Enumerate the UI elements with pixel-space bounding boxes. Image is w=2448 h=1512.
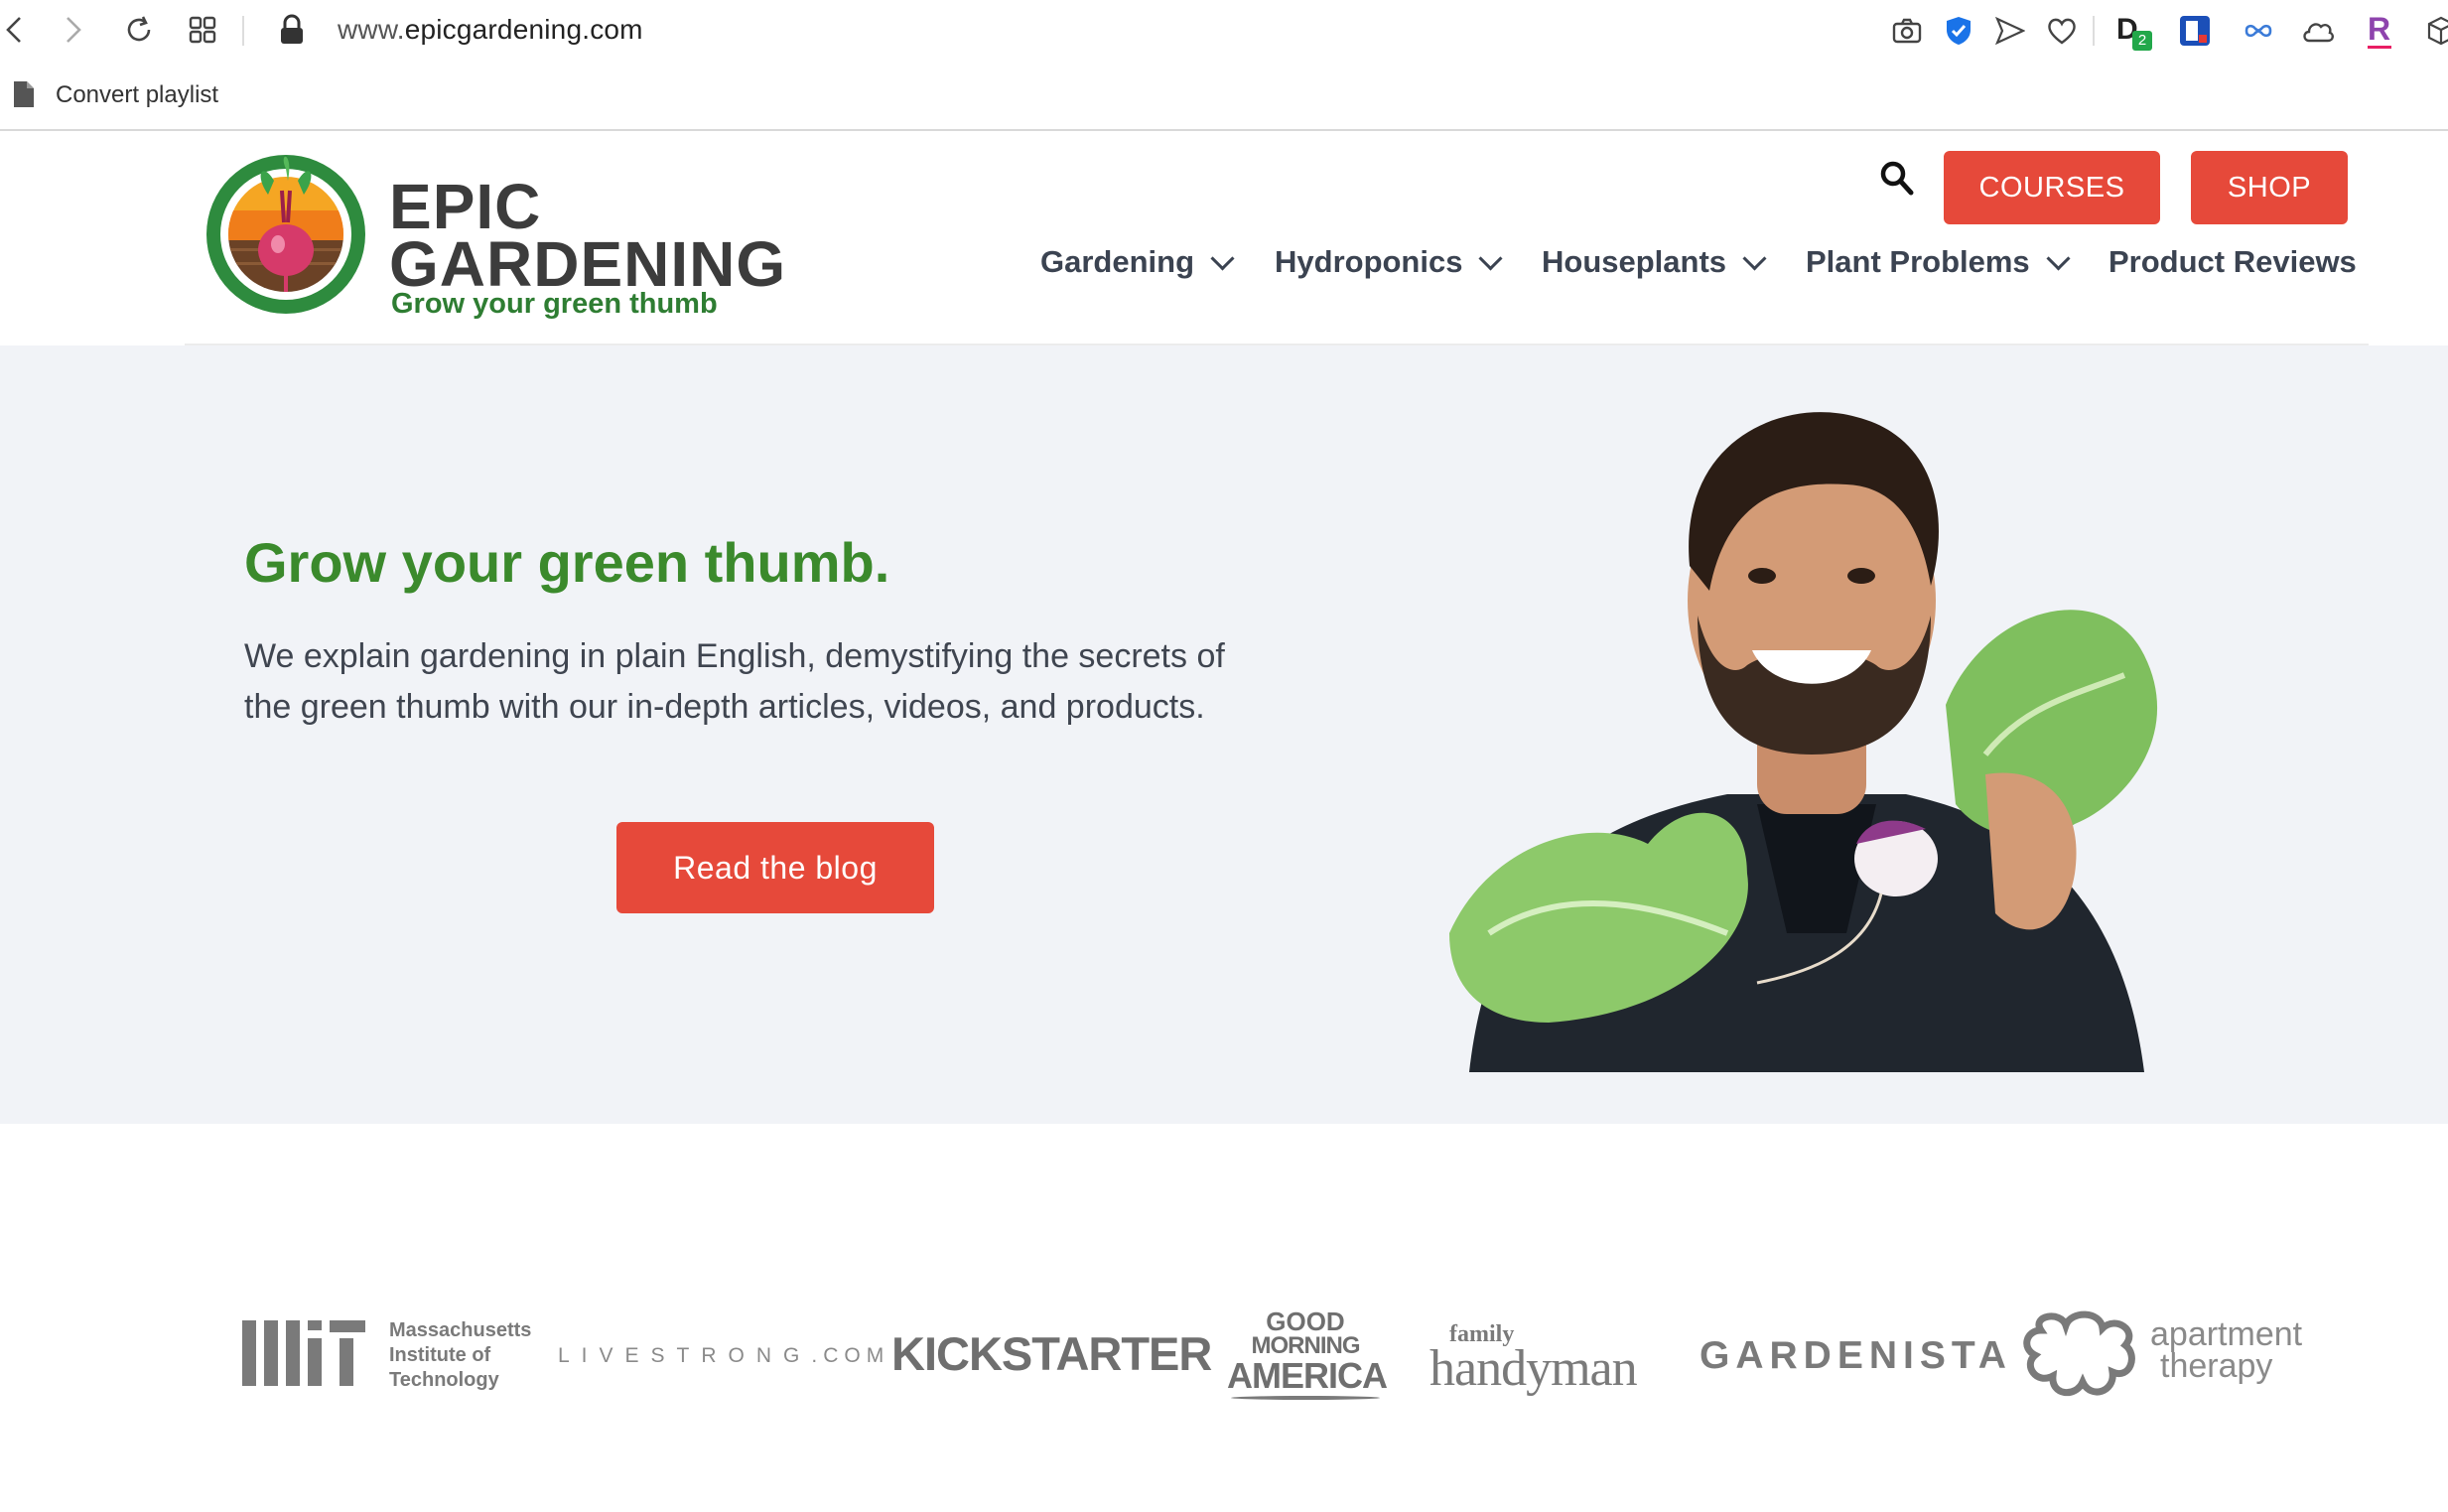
logo-text-gardening[interactable]: GARDENING (389, 232, 786, 296)
livestrong-text: LIVESTRONG (558, 1344, 812, 1367)
apartment-line: apartment (2150, 1315, 2303, 1353)
document-icon (12, 79, 36, 114)
shop-button[interactable]: SHOP (2191, 151, 2348, 224)
chevron-down-icon (1210, 245, 1235, 271)
hero-person-image (1429, 377, 2204, 1077)
browser-toolbar: www.epicgardening.com D 2 R (0, 0, 2448, 60)
mit-line-1: Massachusetts (389, 1319, 532, 1341)
cube-icon[interactable] (2422, 12, 2448, 50)
bookmark-convert-playlist[interactable]: Convert playlist (56, 81, 218, 109)
hero-description: We explain gardening in plain English, d… (244, 637, 1225, 726)
extension-r-icon[interactable]: R (2361, 12, 2398, 50)
nav-hydroponics[interactable]: Hydroponics (1275, 244, 1503, 280)
send-icon[interactable] (1991, 12, 2029, 50)
extension-d-icon[interactable]: D 2 (2110, 12, 2154, 51)
nav-houseplants[interactable]: Houseplants (1542, 244, 1767, 280)
shield-check-icon[interactable] (1940, 12, 1977, 50)
gma-line-3: AMERICA (1227, 1355, 1388, 1396)
toolbar-separator (2093, 16, 2095, 46)
heart-icon[interactable] (2043, 12, 2081, 50)
gardenista-logo: GARDENISTA (1700, 1334, 2012, 1377)
back-icon[interactable] (0, 10, 34, 50)
nav-plant-problems-label: Plant Problems (1806, 244, 2030, 279)
extension-link-icon[interactable] (2240, 12, 2277, 50)
search-icon[interactable] (1880, 161, 1914, 202)
camera-icon[interactable] (1888, 12, 1926, 50)
gma-line-1: GOOD (1266, 1306, 1345, 1336)
nav-plant-problems[interactable]: Plant Problems (1806, 244, 2071, 280)
url-prefix: www. (338, 14, 405, 45)
nav-product-reviews-label: Product Reviews (2108, 244, 2357, 279)
extension-badge: 2 (2132, 31, 2152, 51)
apartment-therapy-icon (2021, 1310, 2140, 1405)
cloud-icon[interactable] (2299, 12, 2337, 50)
lock-icon[interactable] (272, 10, 312, 50)
therapy-line: therapy (2160, 1347, 2273, 1385)
mit-line-3: Technology (389, 1369, 499, 1391)
nav-hydroponics-label: Hydroponics (1275, 244, 1463, 279)
forward-icon[interactable] (54, 10, 93, 50)
chevron-down-icon (1742, 245, 1767, 271)
livestrong-logo: LIVESTRONG.COM (558, 1344, 889, 1368)
bookmarks-bar (0, 66, 2448, 131)
livestrong-suffix: .COM (811, 1344, 890, 1367)
courses-button[interactable]: COURSES (1944, 151, 2160, 224)
handyman-text: handyman (1429, 1340, 1638, 1397)
family-handyman-logo: family handyman (1429, 1322, 1638, 1397)
address-bar[interactable]: www.epicgardening.com (338, 14, 643, 46)
nav-gardening-label: Gardening (1040, 244, 1195, 279)
nav-gardening[interactable]: Gardening (1040, 244, 1235, 280)
logo-beet-icon[interactable] (203, 151, 369, 318)
hero-title: Grow your green thumb. (244, 531, 890, 594)
logo-tagline: Grow your green thumb (391, 288, 718, 320)
mit-line-2: Institute of (389, 1344, 491, 1366)
chevron-down-icon (1478, 245, 1503, 271)
good-morning-america-logo: GOOD MORNING AMERICA (1227, 1306, 1388, 1400)
chevron-down-icon (2046, 245, 2071, 271)
toolbar-separator (242, 16, 244, 46)
nav-houseplants-label: Houseplants (1542, 244, 1727, 279)
read-the-blog-button[interactable]: Read the blog (616, 822, 934, 913)
reload-icon[interactable] (119, 10, 159, 50)
tabs-grid-icon[interactable] (183, 10, 222, 50)
mit-wordmark: Massachusetts Institute of Technology (389, 1318, 531, 1393)
kickstarter-logo: KICKSTARTER (891, 1327, 1212, 1380)
apartment-therapy-wordmark: apartment therapy (2150, 1315, 2303, 1385)
mit-logo (242, 1318, 365, 1393)
nav-product-reviews[interactable]: Product Reviews (2108, 244, 2357, 280)
extension-t-icon[interactable] (2176, 12, 2214, 50)
url-domain: epicgardening.com (404, 14, 643, 45)
